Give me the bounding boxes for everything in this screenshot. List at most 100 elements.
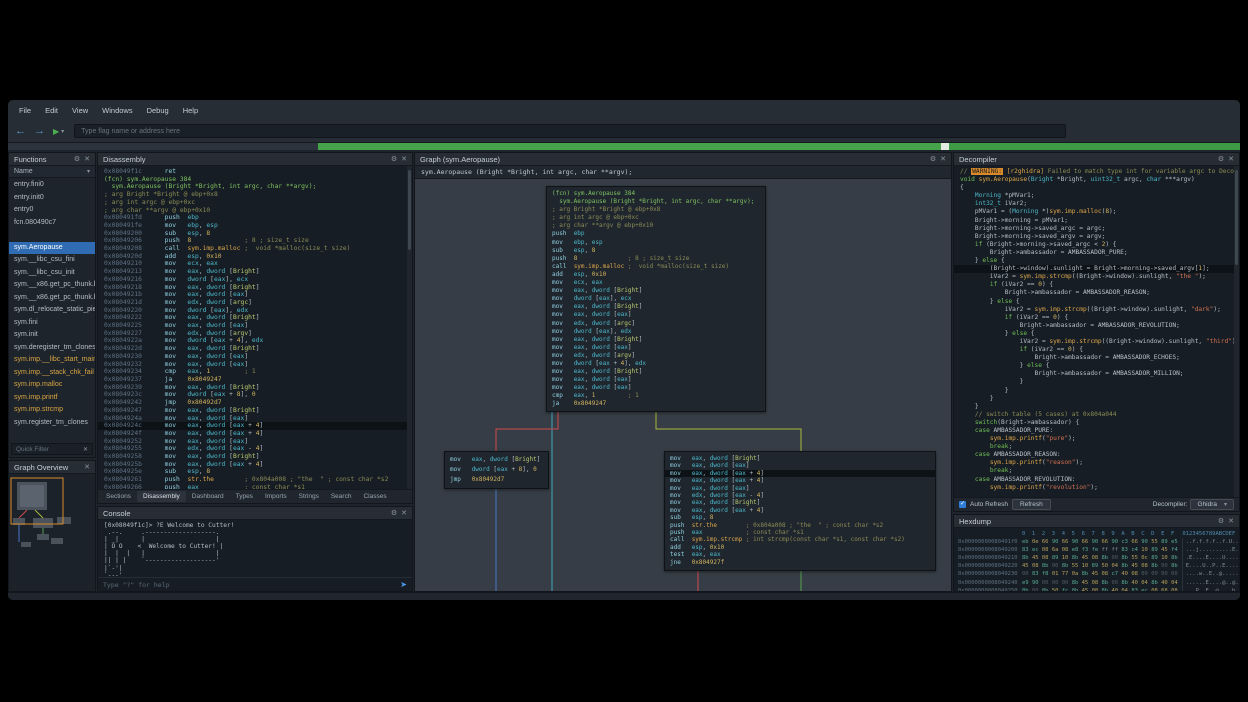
decompiler-line[interactable]: sym.imp.printf("reason"); (954, 459, 1234, 467)
disassembly-scrollbar[interactable] (407, 166, 412, 489)
graph-node-line[interactable]: mov dword [eax + 8], 0 (445, 465, 548, 475)
graph-node-line[interactable]: mov edx, dword [eax - 4] (665, 492, 935, 499)
disassembly-line[interactable]: 0x08049234 cmp eax, 1 ; 1 (98, 368, 407, 376)
decompiler-line[interactable]: } (954, 403, 1234, 411)
disassembly-line[interactable]: 0x08049258 mov eax, dword [Bright] (98, 453, 407, 461)
graph-node-line[interactable]: call sym.imp.strcmp ; int strcmp(const c… (665, 536, 935, 543)
disassembly-line[interactable]: 0x08049230 mov eax, dword [eax] (98, 353, 407, 361)
close-icon[interactable]: ✕ (84, 464, 90, 471)
graph-node-line[interactable]: mov eax, dword [eax] (665, 462, 935, 469)
disassembly-line[interactable]: 0x0804923c mov dword [eax + 8], 0 (98, 391, 407, 399)
disassembly-line[interactable]: 0x08049227 mov edx, dword [argv] (98, 330, 407, 338)
function-item[interactable]: sym.imp.__libc_start_main (9, 354, 95, 367)
decompiler-line[interactable]: { (954, 184, 1234, 192)
disassembly-line[interactable]: sym.Aeropause (Bright *Bright, int argc,… (98, 183, 407, 191)
disassembly-line[interactable]: 0x080491fd push ebp (98, 214, 407, 222)
graph-node-line[interactable]: (fcn) sym.Aeropause 384 (547, 190, 765, 198)
function-item[interactable]: sym.fini (9, 317, 95, 330)
decompiler-line[interactable]: iVar2 = sym.imp.strcmp((Bright->window).… (954, 306, 1234, 314)
decompiler-line[interactable]: Bright->morning->saved_argc = argc; (954, 225, 1234, 233)
tab-dashboard[interactable]: Dashboard (186, 491, 230, 502)
decompiler-line[interactable]: case AMBASSADOR_PURE: (954, 427, 1234, 435)
function-item[interactable]: sym.register_tm_clones (9, 417, 95, 430)
clear-filter-button[interactable]: ✕ (83, 446, 88, 453)
decompiler-line[interactable]: case AMBASSADOR_REVOLUTION: (954, 476, 1234, 484)
graph-node-line[interactable]: mov eax, dword [eax] (547, 376, 765, 384)
graph-node-line[interactable]: mov eax, dword [eax] (547, 384, 765, 392)
disassembly-line[interactable]: 0x0804924c mov eax, dword [eax + 4] (98, 422, 407, 430)
decompiler-line[interactable]: Bright->ambassador = AMBASSADOR_REVOLUTI… (954, 322, 1234, 330)
tab-search[interactable]: Search (325, 491, 358, 502)
disassembly-line[interactable]: 0x08049218 mov eax, dword [Bright] (98, 284, 407, 292)
send-command-icon[interactable]: ➤ (400, 580, 407, 589)
decompiler-line[interactable]: } else { (954, 362, 1234, 370)
menu-view[interactable]: View (65, 106, 95, 115)
graph-node-line[interactable]: call sym.imp.malloc ; void *malloc(size_… (547, 263, 765, 271)
decompiler-line[interactable]: sym.imp.printf("revolution"); (954, 484, 1234, 492)
hexdump-row[interactable]: 0x000000000804920083 ec 08 6a 08 e8 f3 f… (958, 546, 1239, 554)
decompiler-line[interactable]: sym.imp.printf("pure"); (954, 435, 1234, 443)
close-icon[interactable]: ✕ (401, 510, 407, 517)
graph-node-default[interactable]: mov eax, dword [Bright]mov dword [eax + … (444, 451, 549, 489)
graph-node-strcmp[interactable]: mov eax, dword [Bright]mov eax, dword [e… (664, 451, 936, 571)
disassembly-line[interactable]: 0x08049208 call sym.imp.malloc ; void *m… (98, 245, 407, 253)
disassembly-line[interactable]: 0x08049237 ja 0x8049247 (98, 376, 407, 384)
gear-icon[interactable]: ⚙ (391, 510, 397, 517)
decompiler-line[interactable]: switch(Bright->ambassador) { (954, 419, 1234, 427)
graph-node-entry[interactable]: (fcn) sym.Aeropause 384 sym.Aeropause (B… (546, 186, 766, 412)
graph-node-line[interactable]: jmp 0x80492d7 (445, 475, 548, 485)
disassembly-line[interactable]: 0x0804921d mov edx, dword [argc] (98, 299, 407, 307)
graph-node-line[interactable]: mov ecx, eax (547, 279, 765, 287)
menu-file[interactable]: File (12, 106, 38, 115)
console-command-input[interactable]: Type "?" for help ➤ (98, 577, 412, 591)
hexdump-row[interactable]: 0x0000000008049240e9 90 00 00 00 8b 45 0… (958, 579, 1239, 587)
function-item[interactable]: sym.dl_relocate_static_pie (9, 304, 95, 317)
decompiler-line[interactable]: } else { (954, 257, 1234, 265)
disassembly-line[interactable]: 0x0804922d mov eax, dword [Bright] (98, 345, 407, 353)
disassembly-line[interactable]: 0x08049210 mov ecx, eax (98, 260, 407, 268)
graph-node-line[interactable]: mov eax, dword [Bright] (547, 303, 765, 311)
disassembly-line[interactable]: ; arg int argc @ ebp+0xc (98, 199, 407, 207)
graph-node-line[interactable]: mov dword [eax], ecx (547, 295, 765, 303)
menu-help[interactable]: Help (176, 106, 205, 115)
tab-imports[interactable]: Imports (259, 491, 293, 502)
menu-debug[interactable]: Debug (140, 106, 176, 115)
disassembly-line[interactable]: 0x08049213 mov eax, dword [Bright] (98, 268, 407, 276)
disassembly-line[interactable]: 0x0804925e sub esp, 8 (98, 468, 407, 476)
function-item[interactable]: sym.__libc_csu_fini (9, 254, 95, 267)
analysis-dropdown-button[interactable]: ▶ ▾ (53, 127, 64, 136)
decompiler-line[interactable]: Morning *pMVar1; (954, 192, 1234, 200)
disassembly-line[interactable]: 0x08049f1c ret (98, 168, 407, 176)
auto-refresh-checkbox[interactable]: ✓ (959, 501, 966, 508)
decompiler-line[interactable]: // switch table (5 cases) at 0x804a044 (954, 411, 1234, 419)
decompiler-line[interactable]: // WARNING: [r2ghidra] Failed to match t… (954, 168, 1234, 176)
graph-node-line[interactable]: push 8 ; 8 ; size_t size (547, 255, 765, 263)
disassembly-line[interactable]: 0x08049239 mov eax, dword [Bright] (98, 384, 407, 392)
graph-node-line[interactable]: ja 0x8049247 (547, 400, 765, 408)
graph-node-line[interactable]: mov eax, dword [Bright] (547, 368, 765, 376)
function-item[interactable]: sym.imp.__stack_chk_fail (9, 367, 95, 380)
decompiler-scrollbar[interactable] (1234, 166, 1239, 497)
quick-filter-input[interactable]: Quick Filter ✕ (11, 443, 93, 455)
decompiler-line[interactable]: if (iVar2 == 0) { (954, 346, 1234, 354)
decompiler-line[interactable]: Bright->ambassador = AMBASSADOR_PURE; (954, 249, 1234, 257)
menu-edit[interactable]: Edit (38, 106, 65, 115)
decompiler-line[interactable]: iVar2 = sym.imp.strcmp((Bright->window).… (954, 273, 1234, 281)
disassembly-line[interactable]: 0x0804925b mov eax, dword [eax + 4] (98, 461, 407, 469)
graph-node-line[interactable]: mov eax, dword [eax + 4] (665, 477, 935, 484)
back-button[interactable]: ← (15, 126, 26, 137)
decompiler-line[interactable]: int32_t iVar2; (954, 200, 1234, 208)
function-item[interactable]: sym.__x86.get_pc_thunk.bp (9, 279, 95, 292)
hexdump-row[interactable]: 0x00000000080491f0eb 0e 66 90 66 90 66 9… (958, 538, 1239, 546)
disassembly-line[interactable]: 0x08049252 mov eax, dword [eax] (98, 438, 407, 446)
hexdump-row[interactable]: 0x000000000804923000 83 f8 01 77 0a 8b 4… (958, 570, 1239, 578)
graph-node-line[interactable]: push ebp (547, 230, 765, 238)
tab-sections[interactable]: Sections (100, 491, 137, 502)
decompiler-line[interactable]: } (954, 395, 1234, 403)
graph-node-line[interactable]: test eax, eax (665, 551, 935, 558)
disassembly-line[interactable]: 0x08049232 mov eax, dword [eax] (98, 361, 407, 369)
close-icon[interactable]: ✕ (84, 156, 90, 163)
graph-node-line[interactable]: mov dword [eax + 4], edx (547, 360, 765, 368)
graph-node-line[interactable]: ; arg int argc @ ebp+0xc (547, 214, 765, 222)
decompiler-line[interactable]: } else { (954, 298, 1234, 306)
